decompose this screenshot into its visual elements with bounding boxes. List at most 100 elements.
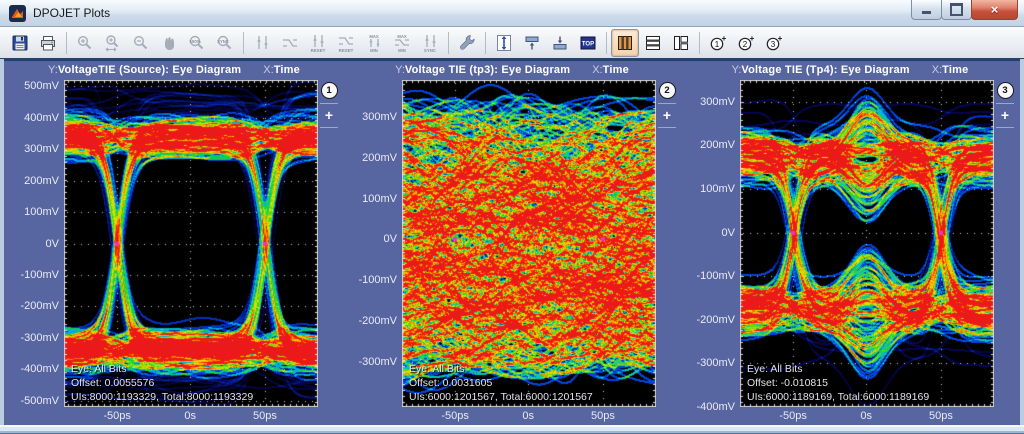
save-button[interactable] xyxy=(6,29,34,57)
layout-columns-button[interactable] xyxy=(611,29,639,57)
plot-1-badge-icon: 1 + xyxy=(707,32,729,54)
toolbar-separator xyxy=(448,32,449,54)
x-tick-label: 50ps xyxy=(591,410,615,422)
x-tick-label: 50ps xyxy=(929,410,953,422)
layout-grid-icon xyxy=(671,33,691,53)
plot-1-number-badge[interactable]: 1 xyxy=(321,82,338,99)
plot-2-add-measurement-button[interactable]: + xyxy=(663,108,671,123)
vertical-cursors-reset-button[interactable]: RESET xyxy=(304,29,332,57)
zoom-sync-button[interactable]: SYNC xyxy=(211,29,239,57)
save-icon xyxy=(10,33,30,53)
y-tick-label: 300mV xyxy=(24,143,59,155)
y-tick-label: 0V xyxy=(722,227,735,239)
cursors-sync-icon: SYNC xyxy=(420,33,440,53)
controls-separator xyxy=(996,103,1014,104)
annotation-line: UIs:6000:1201567, Total:6000:1201567 xyxy=(409,390,593,404)
controls-separator xyxy=(996,127,1014,128)
plot-2-annotation: Eye: All Bits Offset: 0.0031605 UIs:6000… xyxy=(409,362,593,404)
window-title: DPOJET Plots xyxy=(33,6,110,20)
dpojet-plots-window: DPOJET Plots × xyxy=(0,0,1024,434)
zoom-out-button[interactable] xyxy=(127,29,155,57)
x-axis-title: Time xyxy=(274,64,300,76)
zoom-horizontal-button[interactable] xyxy=(99,29,127,57)
y-tick-label: 100mV xyxy=(700,183,735,195)
y-axis-title: VoltageTIE (Source): Eye Diagram xyxy=(58,64,241,76)
y-tick-label: 100mV xyxy=(24,206,59,218)
align-bottom-button[interactable] xyxy=(546,29,574,57)
plot-2-area: Eye: All Bits Offset: 0.0031605 UIs:6000… xyxy=(402,80,656,407)
window-frame: Y:VoltageTIE (Source): Eye DiagramX:Time… xyxy=(0,59,1024,425)
plot-3-y-axis-labels: 300mV200mV100mV0V-100mV-200mV-300mV-400m… xyxy=(684,80,740,407)
close-button[interactable]: × xyxy=(971,0,1018,20)
max-label: MAX xyxy=(369,34,379,39)
y-tick-label: 100mV xyxy=(362,193,397,205)
print-button[interactable] xyxy=(34,29,62,57)
y-tick-label: 300mV xyxy=(362,111,397,123)
plot-3-number: 3 xyxy=(771,39,776,48)
plot-3-add-measurement-button[interactable]: + xyxy=(1001,108,1009,123)
align-top-button[interactable] xyxy=(518,29,546,57)
annotation-line: Eye: All Bits xyxy=(747,362,929,376)
configure-button[interactable] xyxy=(453,29,481,57)
plot-panel-3: Y:Voltage TIE (Tp4): Eye Diagram X:Time 3… xyxy=(684,61,1016,425)
plot-panel-1: Y:VoltageTIE (Source): Eye DiagramX:Time… xyxy=(8,61,340,425)
zoom-100-button[interactable]: 100% xyxy=(183,29,211,57)
horizontal-cursors-maxmin-button[interactable]: MAX MIN xyxy=(388,29,416,57)
eye-diagram-canvas-3[interactable] xyxy=(740,80,994,407)
vertical-cursors-maxmin-icon: MAX MIN xyxy=(364,33,384,53)
always-on-top-button[interactable]: TOP xyxy=(574,29,602,57)
y-axis-prefix: Y: xyxy=(732,64,742,76)
x-tick-label: 0s xyxy=(522,410,534,422)
controls-separator xyxy=(658,103,676,104)
add-plot-2-button[interactable]: 2 + xyxy=(732,29,760,57)
titlebar[interactable]: DPOJET Plots × xyxy=(0,0,1024,27)
toolbar-separator xyxy=(66,32,67,54)
y-tick-label: -400mV xyxy=(20,363,59,375)
layout-grid-button[interactable] xyxy=(667,29,695,57)
maximize-button[interactable] xyxy=(941,0,972,20)
plot-2-number-badge[interactable]: 2 xyxy=(659,82,676,99)
x-axis-prefix: X: xyxy=(932,64,942,76)
align-top-icon xyxy=(522,33,542,53)
pan-hand-icon xyxy=(159,33,179,53)
horizontal-cursors-button[interactable] xyxy=(276,29,304,57)
pan-button[interactable] xyxy=(155,29,183,57)
annotation-line: Offset: 0.0055576 xyxy=(71,376,253,390)
x-axis-title: Time xyxy=(603,64,629,76)
vertical-cursors-maxmin-button[interactable]: MAX MIN xyxy=(360,29,388,57)
eye-diagram-canvas-1[interactable] xyxy=(64,80,318,407)
add-plot-1-button[interactable]: 1 + xyxy=(704,29,732,57)
y-tick-label: -500mV xyxy=(20,395,59,407)
add-plot-3-button[interactable]: 3 + xyxy=(760,29,788,57)
y-tick-label: -300mV xyxy=(696,357,735,369)
horizontal-cursors-reset-button[interactable]: RESET xyxy=(332,29,360,57)
y-tick-label: 0V xyxy=(46,238,59,250)
cursors-sync-button[interactable]: SYNC xyxy=(416,29,444,57)
plot-3-badge-icon: 3 + xyxy=(763,32,785,54)
plot-1-controls: 1 + xyxy=(318,80,340,407)
x-axis-title: Time xyxy=(942,64,968,76)
zoom-in-button[interactable] xyxy=(71,29,99,57)
y-axis-prefix: Y: xyxy=(395,64,405,76)
plots-area: Y:VoltageTIE (Source): Eye DiagramX:Time… xyxy=(4,59,1020,425)
annotation-line: Eye: All Bits xyxy=(409,362,593,376)
fit-vertical-button[interactable] xyxy=(490,29,518,57)
vertical-cursors-button[interactable] xyxy=(248,29,276,57)
y-axis-title: Voltage TIE (Tp4): Eye Diagram xyxy=(741,64,909,76)
plot-3-controls: 3 + xyxy=(994,80,1016,407)
plot-1-number: 1 xyxy=(715,39,720,48)
plot-3-number-badge[interactable]: 3 xyxy=(997,82,1014,99)
x-tick-label: -50ps xyxy=(441,410,469,422)
minimize-button[interactable] xyxy=(911,0,942,20)
max-label: MAX xyxy=(397,34,407,39)
zoom-horizontal-icon xyxy=(103,33,123,53)
layout-columns-icon xyxy=(615,33,635,53)
layout-rows-button[interactable] xyxy=(639,29,667,57)
plot-panel-2: Y:Voltage TIE (tp3): Eye DiagramX:Time 3… xyxy=(346,61,678,425)
vertical-cursors-reset-icon: RESET xyxy=(308,33,328,53)
toolbar-separator xyxy=(699,32,700,54)
x-tick-label: 0s xyxy=(860,410,872,422)
eye-diagram-canvas-2[interactable] xyxy=(402,80,656,407)
print-icon xyxy=(38,33,58,53)
plot-1-add-measurement-button[interactable]: + xyxy=(325,108,333,123)
